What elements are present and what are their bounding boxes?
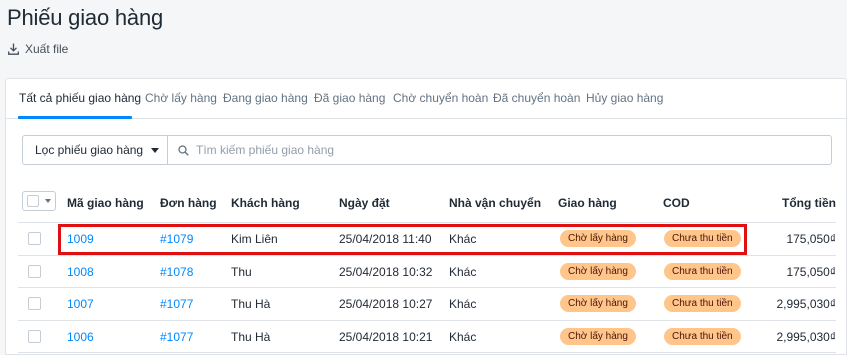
carrier-name: Khác [449,329,477,344]
select-all-checkbox[interactable] [27,195,39,207]
customer-name: Thu Hà [231,329,271,344]
customer-name: Thu [231,264,252,279]
export-file-button[interactable]: Xuất file [8,42,68,56]
total-amount: 2,995,030₫ [776,297,836,311]
table-row[interactable]: 1006 #1077 Thu Hà 25/04/2018 10:21 Khác … [18,321,836,353]
col-total[interactable]: Tổng tiền [782,196,836,210]
carrier-name: Khác [449,297,477,311]
shipments-card: Tất cả phiếu giao hàng Chờ lấy hàng Đang… [5,78,847,355]
tab-awaiting-pickup[interactable]: Chờ lấy hàng [145,91,217,105]
filter-bar: Lọc phiếu giao hàng [22,135,832,165]
customer-name: Kim Liên [231,232,278,246]
carrier-name: Khác [449,232,477,246]
col-order[interactable]: Đơn hàng [160,196,217,210]
cod-status-badge: Chưa thu tiền [664,262,741,280]
col-cod[interactable]: COD [663,196,690,210]
order-link[interactable]: #1077 [160,330,193,344]
tab-delivering[interactable]: Đang giao hàng [223,91,308,105]
filter-dropdown-label: Lọc phiếu giao hàng [35,143,144,157]
delivery-status-badge: Chờ lấy hàng [560,295,636,312]
tab-returned[interactable]: Đã chuyển hoàn [493,91,580,105]
search-input[interactable] [196,143,796,157]
row-checkbox[interactable] [28,264,41,278]
order-link[interactable]: #1078 [160,265,193,279]
export-file-label: Xuất file [25,42,69,56]
download-icon [8,43,19,55]
table-header: Mã giao hàng Đơn hàng Khách hàng Ngày đặ… [18,183,836,223]
search-box [169,136,831,164]
caret-down-icon [151,147,160,153]
order-link[interactable]: #1077 [160,297,193,311]
order-date: 25/04/2018 10:32 [339,264,433,279]
col-delivery-status[interactable]: Giao hàng [558,196,617,210]
col-order-date[interactable]: Ngày đặt [339,196,390,210]
order-date: 25/04/2018 11:40 [339,232,432,246]
shipment-code-link[interactable]: 1007 [67,297,94,311]
cod-status-badge: Chưa thu tiền [664,295,741,312]
shipment-code-link[interactable]: 1008 [67,265,94,279]
bulk-select-dropdown[interactable] [22,191,56,211]
col-customer[interactable]: Khách hàng [231,196,300,210]
table-row[interactable]: 1008 #1078 Thu 25/04/2018 10:32 Khác Chờ… [18,256,836,288]
row-checkbox[interactable] [28,297,41,310]
tab-cancelled[interactable]: Hủy giao hàng [586,91,663,105]
col-shipment-code[interactable]: Mã giao hàng [67,196,144,210]
delivery-status-badge: Chờ lấy hàng [560,262,636,280]
row-checkbox[interactable] [28,232,41,245]
cod-status-badge: Chưa thu tiền [664,327,741,345]
total-amount: 2,995,030₫ [776,329,836,344]
table-row[interactable]: 1007 #1077 Thu Hà 25/04/2018 10:27 Khác … [18,288,836,321]
shipment-code-link[interactable]: 1006 [67,330,94,344]
shipments-table: Mã giao hàng Đơn hàng Khách hàng Ngày đặ… [18,183,836,353]
order-date: 25/04/2018 10:27 [339,297,433,311]
caret-down-icon [45,199,51,203]
total-amount: 175,050₫ [786,232,836,246]
tab-delivered[interactable]: Đã giao hàng [314,91,385,105]
search-icon [178,144,189,156]
page-title: Phiếu giao hàng [7,5,164,30]
shipment-code-link[interactable]: 1009 [67,232,94,246]
delivery-status-badge: Chờ lấy hàng [560,230,636,247]
filter-dropdown[interactable]: Lọc phiếu giao hàng [23,136,168,164]
cod-status-badge: Chưa thu tiền [664,230,741,247]
tab-awaiting-return[interactable]: Chờ chuyển hoàn [393,91,488,105]
active-tab-indicator [18,116,132,119]
col-carrier[interactable]: Nhà vận chuyển [449,196,541,210]
table-row[interactable]: 1009 #1079 Kim Liên 25/04/2018 11:40 Khá… [18,223,836,256]
total-amount: 175,050₫ [786,264,836,279]
order-date: 25/04/2018 10:21 [339,329,433,344]
order-link[interactable]: #1079 [160,232,193,246]
customer-name: Thu Hà [231,297,271,311]
delivery-status-badge: Chờ lấy hàng [560,327,636,345]
status-tabs: Tất cả phiếu giao hàng Chờ lấy hàng Đang… [6,79,847,119]
tab-all-shipments[interactable]: Tất cả phiếu giao hàng [19,91,141,105]
carrier-name: Khác [449,264,477,279]
row-checkbox[interactable] [28,329,41,343]
